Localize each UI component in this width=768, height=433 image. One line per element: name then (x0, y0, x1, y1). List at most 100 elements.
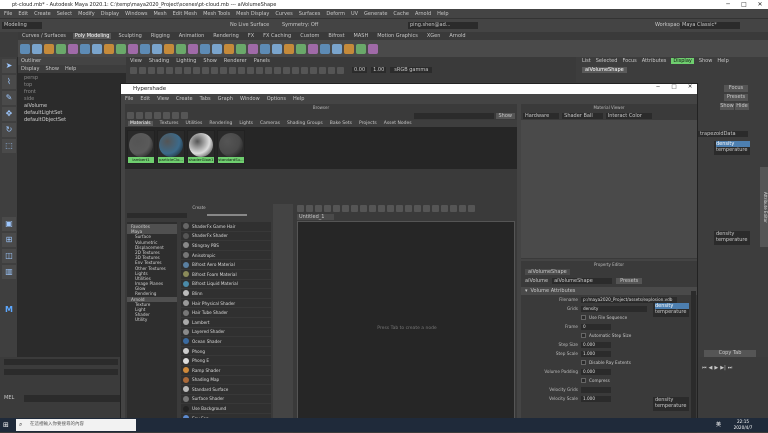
hide-button[interactable]: Hide (735, 103, 749, 110)
property-value[interactable]: 1.000 (581, 395, 611, 402)
exposure-field[interactable]: 0.00 (352, 67, 368, 73)
shelf-tool-icon[interactable] (200, 43, 210, 54)
ae-menu-item[interactable]: Help (717, 58, 728, 64)
menu-generate[interactable]: Generate (364, 11, 387, 17)
rotate-tool-icon[interactable]: ↻ (2, 123, 16, 137)
shelf-tool-icon[interactable] (248, 43, 258, 54)
velocity-item-temperature[interactable]: temperature (716, 237, 750, 243)
shelf-tab[interactable]: Rigging (149, 33, 172, 39)
maximize-icon[interactable]: □ (736, 0, 752, 9)
select-tool-icon[interactable]: ➤ (2, 59, 16, 73)
shelf-tool-icon[interactable] (68, 43, 78, 54)
shelf-tab[interactable]: Animation (177, 33, 207, 39)
property-value[interactable]: density (581, 305, 647, 312)
paint-select-icon[interactable]: ✎ (2, 91, 16, 105)
range-slider[interactable] (4, 369, 118, 375)
color-select[interactable]: Interact Color (605, 112, 652, 119)
renderer-select[interactable]: Hardware (523, 112, 560, 119)
shelf-tab[interactable]: XGen (425, 33, 443, 39)
workspace-select[interactable]: Maya Classic* (680, 22, 740, 29)
browser-tab[interactable]: Cameras (260, 121, 280, 126)
shelf-tool-icon[interactable] (116, 43, 126, 54)
viewport-menu-item[interactable]: Show (203, 58, 217, 64)
ae-menu-item[interactable]: Display (671, 58, 694, 64)
create-node-item[interactable]: Lambert (181, 318, 271, 328)
menu-create[interactable]: Create (34, 11, 51, 17)
shelf-tab[interactable]: Curves / Surfaces (20, 33, 68, 39)
outliner-item[interactable]: top (18, 82, 126, 89)
property-checkbox[interactable] (581, 333, 586, 338)
menu-edit-mesh[interactable]: Edit Mesh (173, 11, 197, 17)
icon-size-slider[interactable] (207, 214, 247, 216)
menu-file[interactable]: File (4, 11, 12, 17)
hs-minimize-icon[interactable]: ─ (651, 84, 665, 90)
lasso-tool-icon[interactable]: ⌇ (2, 75, 16, 89)
colorspace-select[interactable]: sRGB gamma (390, 67, 433, 73)
step-back-icon[interactable]: ◀ (709, 365, 713, 371)
shelf-tool-icon[interactable] (188, 43, 198, 54)
menu-surfaces[interactable]: Surfaces (299, 11, 321, 17)
shelf-tool-icon[interactable] (368, 43, 378, 54)
shelf-tool-icon[interactable] (224, 43, 234, 54)
grids-list-item[interactable]: temperature (655, 309, 689, 315)
velocity-list[interactable]: density temperature (653, 397, 689, 411)
layout-two-icon[interactable]: ◫ (2, 249, 16, 263)
shelf-tool-icon[interactable] (320, 43, 330, 54)
hypershade-menu-item[interactable]: Edit (140, 96, 150, 102)
menu-help[interactable]: Help (437, 11, 448, 17)
menu-curves[interactable]: Curves (275, 11, 292, 17)
volume-attributes-section[interactable]: ▾ Volume Attributes (521, 287, 697, 295)
hypershade-menu-item[interactable]: Help (293, 96, 304, 102)
outliner-menu-item[interactable]: Help (65, 65, 76, 73)
property-checkbox[interactable] (581, 315, 586, 320)
shelf-tool-icon[interactable] (356, 43, 366, 54)
shelf-tool-icon[interactable] (164, 43, 174, 54)
mode-select[interactable]: Modeling (2, 22, 42, 29)
menu-mesh[interactable]: Mesh (153, 11, 166, 17)
shelf-tool-icon[interactable] (296, 43, 306, 54)
shelf-tool-icon[interactable] (176, 43, 186, 54)
outliner-item[interactable]: side (18, 96, 126, 103)
create-node-item[interactable]: Phong E (181, 356, 271, 366)
ae-menu-item[interactable]: Focus (622, 58, 636, 64)
menu-select[interactable]: Select (57, 11, 72, 17)
menu-windows[interactable]: Windows (125, 11, 147, 17)
shelf-tool-icon[interactable] (56, 43, 66, 54)
browser-tab[interactable]: Utilities (185, 121, 202, 126)
browser-tab[interactable]: Materials (128, 121, 153, 126)
property-value[interactable]: 0.000 (581, 341, 611, 348)
shelf-tab[interactable]: Arnold (447, 33, 467, 39)
graph-tab-untitled[interactable]: Untitled_1 (297, 213, 335, 220)
ae-menu-item[interactable]: Attributes (642, 58, 667, 64)
browser-tab[interactable]: Shading Groups (287, 121, 323, 126)
shelf-tab[interactable]: FX (246, 33, 256, 39)
layout-four-icon[interactable]: ⊞ (2, 233, 16, 247)
ae-node-tab-label[interactable]: aiVolumeShape (582, 66, 627, 73)
create-node-item[interactable]: Hair Tube Shader (181, 308, 271, 318)
shelf-tool-icon[interactable] (236, 43, 246, 54)
browser-show-button[interactable]: Show (495, 112, 515, 119)
hypershade-menu-item[interactable]: Options (267, 96, 286, 102)
property-value[interactable]: 0 (581, 323, 611, 330)
create-node-item[interactable]: Hair Physical Shader (181, 299, 271, 309)
taskbar-clock[interactable]: 22:15 2020/4/7 (728, 419, 758, 431)
layout-side-icon[interactable]: ▥ (2, 265, 16, 279)
property-value[interactable]: 1.000 (581, 350, 611, 357)
shelf-tool-icon[interactable] (332, 43, 342, 54)
shelf-tool-icon[interactable] (344, 43, 354, 54)
outliner-item[interactable]: defaultObjectSet (18, 117, 126, 124)
create-node-item[interactable]: Phong (181, 347, 271, 357)
shelf-tool-icon[interactable] (92, 43, 102, 54)
property-value[interactable]: 0.000 (581, 368, 611, 375)
viewport-menu-item[interactable]: Lighting (176, 58, 196, 64)
property-value[interactable] (581, 386, 611, 393)
outliner-item[interactable]: defaultLightSet (18, 110, 126, 117)
shelf-tool-icon[interactable] (128, 43, 138, 54)
create-node-item[interactable]: ShaderFx Game Hair (181, 222, 271, 232)
shelf-tab[interactable]: Rendering (211, 33, 241, 39)
grid-item-temperature[interactable]: temperature (716, 147, 750, 153)
create-node-item[interactable]: Shading Map (181, 376, 271, 386)
property-value[interactable]: p:/maya2020_Project/assets/explosion.vdb (581, 296, 677, 303)
viewport-menu-item[interactable]: Panels (254, 58, 270, 64)
create-node-item[interactable]: Bifrost Foam Material (181, 270, 271, 280)
